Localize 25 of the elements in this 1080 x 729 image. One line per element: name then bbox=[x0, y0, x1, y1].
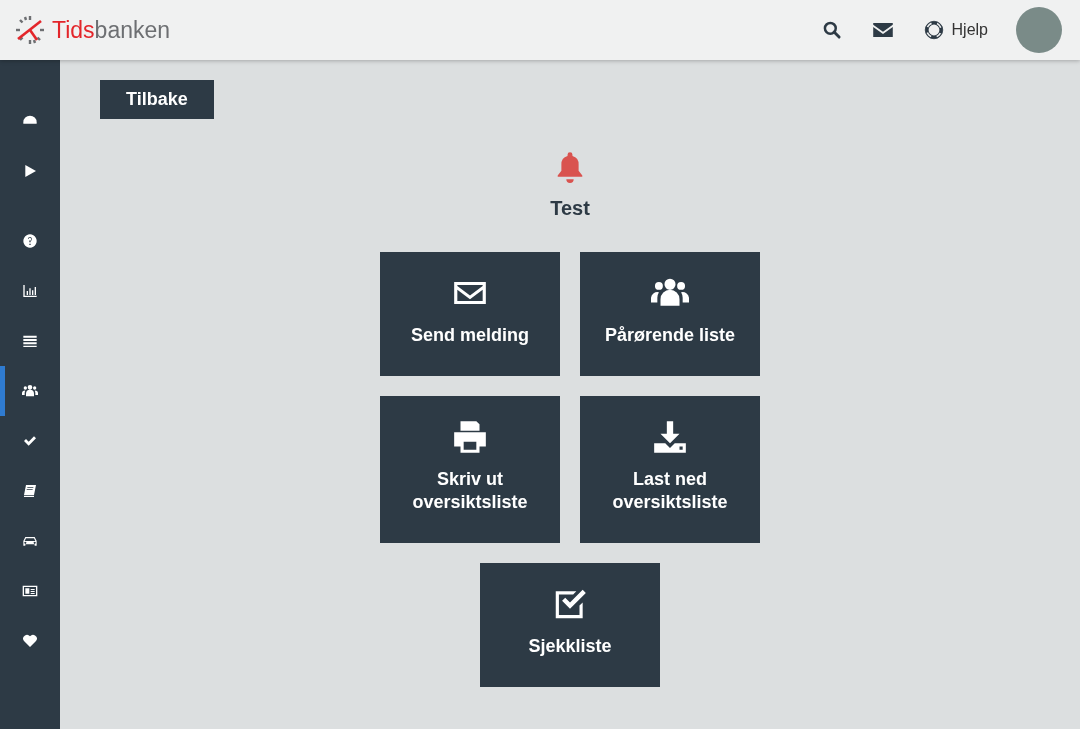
search-icon[interactable] bbox=[821, 20, 842, 40]
clock-logo-icon bbox=[14, 14, 46, 46]
download-icon bbox=[651, 418, 689, 456]
play-icon bbox=[22, 163, 38, 179]
help-icon bbox=[22, 233, 38, 249]
back-button[interactable]: Tilbake bbox=[100, 80, 214, 119]
action-tile[interactable]: Send melding bbox=[380, 252, 560, 376]
bell-icon bbox=[555, 151, 585, 183]
list-icon bbox=[22, 333, 38, 349]
people-icon bbox=[22, 383, 38, 399]
heart-icon bbox=[22, 633, 38, 649]
action-tile[interactable]: Pårørende liste bbox=[580, 252, 760, 376]
bar-chart-icon bbox=[22, 283, 38, 299]
action-tile[interactable]: Sjekkliste bbox=[480, 563, 660, 687]
action-tile[interactable]: Last ned oversiktsliste bbox=[580, 396, 760, 543]
printer-icon bbox=[451, 418, 489, 456]
book-icon bbox=[22, 483, 38, 499]
page-title: Test bbox=[550, 197, 590, 220]
id-card-icon bbox=[22, 583, 38, 599]
lifebuoy-icon bbox=[923, 20, 944, 40]
action-tile[interactable]: Skriv ut oversiktsliste bbox=[380, 396, 560, 543]
brand-name: Tidsbanken bbox=[52, 16, 171, 44]
help-button[interactable]: Hjelp bbox=[923, 20, 988, 40]
avatar[interactable] bbox=[1016, 7, 1062, 53]
envelope-icon[interactable] bbox=[871, 22, 894, 38]
